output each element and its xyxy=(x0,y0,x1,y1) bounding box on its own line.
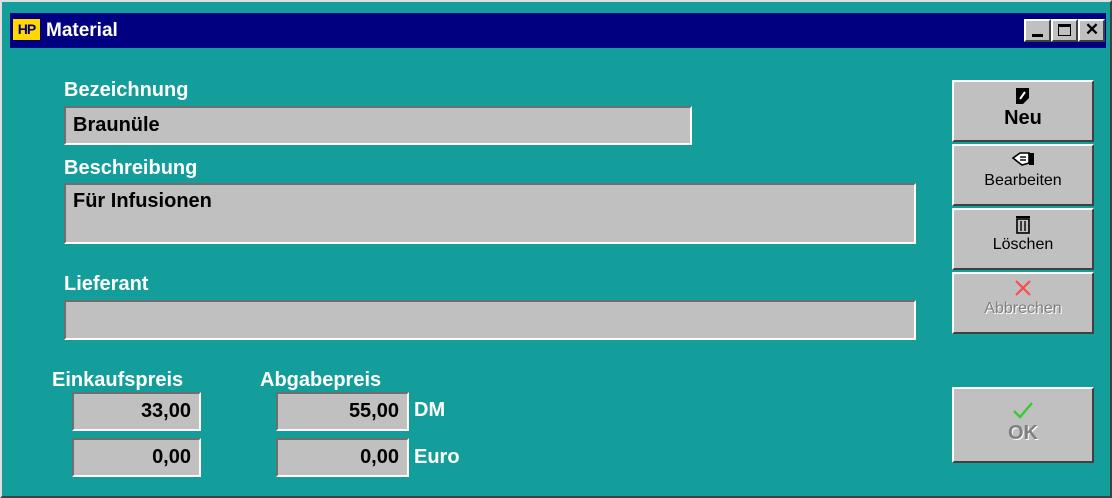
lieferant-field[interactable] xyxy=(64,300,916,340)
abgabepreis-euro-field[interactable]: 0,00 xyxy=(276,438,409,477)
edit-hand-icon xyxy=(954,149,1092,171)
abgabepreis-dm-field[interactable]: 55,00 xyxy=(276,392,409,431)
close-button[interactable]: ✕ xyxy=(1078,19,1105,42)
checkmark-icon xyxy=(954,399,1092,421)
bearbeiten-label: Bearbeiten xyxy=(984,172,1062,189)
maximize-icon xyxy=(1058,24,1071,36)
minimize-button[interactable] xyxy=(1024,19,1051,42)
close-icon: ✕ xyxy=(1084,20,1100,39)
trash-icon xyxy=(954,213,1092,235)
material-window: HP Material ✕ Bezeichnung Braunüle Besch… xyxy=(0,0,1112,498)
ok-button[interactable]: OK xyxy=(952,387,1094,463)
currency-dm-label: DM xyxy=(414,399,446,421)
title-bar[interactable]: HP Material ✕ xyxy=(10,13,1106,48)
ok-label: OK xyxy=(1008,422,1038,444)
bezeichnung-label: Bezeichnung xyxy=(64,79,189,101)
einkaufspreis-euro-field[interactable]: 0,00 xyxy=(72,438,201,477)
loeschen-button[interactable]: Löschen xyxy=(952,208,1094,270)
neu-label: Neu xyxy=(1004,107,1042,129)
einkaufspreis-label: Einkaufspreis xyxy=(52,369,184,391)
bearbeiten-button[interactable]: Bearbeiten xyxy=(952,144,1094,206)
abgabepreis-label: Abgabepreis xyxy=(260,369,382,391)
beschreibung-label: Beschreibung xyxy=(64,157,198,179)
neu-button[interactable]: Neu xyxy=(952,80,1094,142)
cancel-x-icon xyxy=(954,277,1092,299)
app-icon[interactable]: HP xyxy=(13,19,40,40)
new-document-icon xyxy=(954,85,1092,107)
abbrechen-label: Abbrechen xyxy=(984,300,1062,317)
currency-euro-label: Euro xyxy=(414,446,460,468)
loeschen-label: Löschen xyxy=(992,236,1054,253)
maximize-button[interactable] xyxy=(1051,19,1078,42)
lieferant-label: Lieferant xyxy=(64,273,149,295)
bezeichnung-field[interactable]: Braunüle xyxy=(64,106,692,145)
window-title: Material xyxy=(46,20,118,41)
abbrechen-button[interactable]: Abbrechen xyxy=(952,272,1094,334)
beschreibung-field[interactable]: Für Infusionen xyxy=(64,183,916,244)
einkaufspreis-dm-field[interactable]: 33,00 xyxy=(72,392,201,431)
minimize-icon xyxy=(1032,34,1043,37)
